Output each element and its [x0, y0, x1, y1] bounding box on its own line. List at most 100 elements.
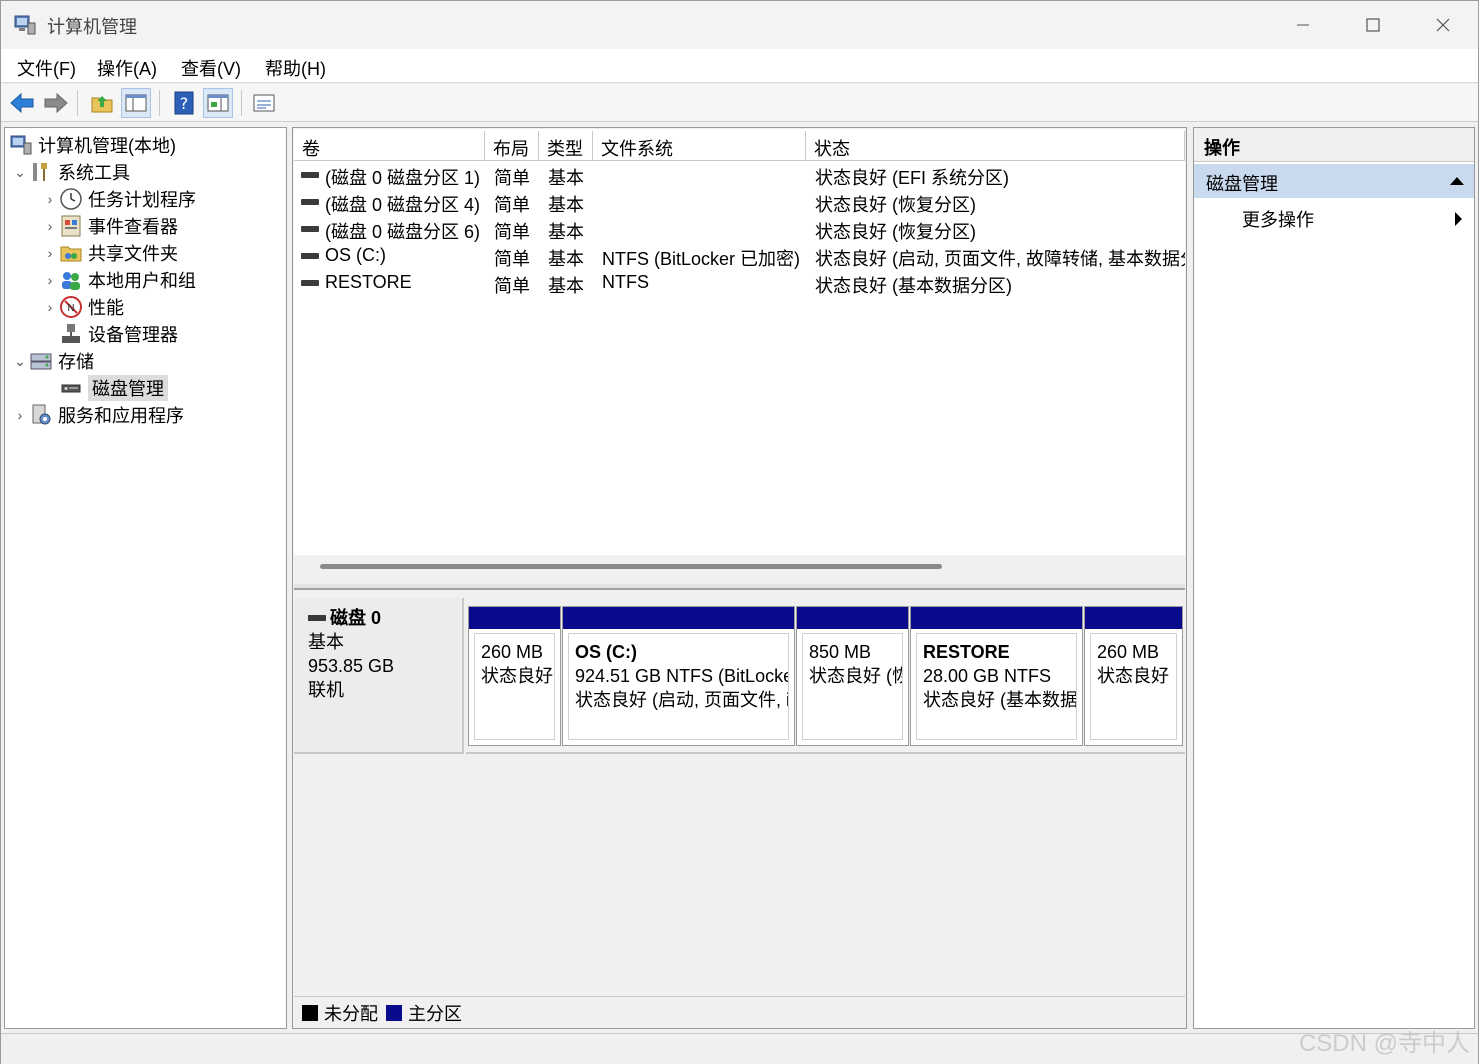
chevron-right-icon[interactable]: › — [41, 245, 59, 261]
chevron-right-icon — [1455, 212, 1462, 226]
partition-name: OS (C:) — [575, 642, 637, 662]
more-actions-item[interactable]: 更多操作 — [1194, 200, 1474, 236]
menu-help[interactable]: 帮助(H) — [265, 55, 326, 81]
back-button[interactable] — [7, 88, 37, 118]
column-header-volume[interactable]: 卷 — [294, 131, 485, 161]
pane-splitter[interactable] — [294, 584, 1185, 590]
table-row[interactable]: RESTORE 简单 基本 NTFS 状态良好 (基本数据分区) — [294, 269, 1185, 296]
svg-text:N: N — [67, 303, 74, 314]
tree-item-storage[interactable]: ⌄ 存储 — [11, 348, 94, 374]
partition-size: 850 MB — [809, 642, 872, 662]
tree-item-label: 设备管理器 — [88, 325, 178, 345]
column-header-type[interactable]: 类型 — [539, 131, 593, 161]
column-header-layout[interactable]: 布局 — [485, 131, 539, 161]
forward-button[interactable] — [41, 88, 71, 118]
more-actions-label: 更多操作 — [1242, 210, 1314, 230]
tree-item-shared-folders[interactable]: › 共享文件夹 — [41, 240, 178, 266]
drive-icon — [301, 253, 319, 259]
volume-status: 状态良好 (EFI 系统分区) — [815, 168, 1009, 188]
primary-partition-bar — [1085, 607, 1182, 629]
collapse-icon[interactable] — [1450, 177, 1464, 185]
partition-size: 260 MB — [481, 642, 544, 662]
minimize-icon — [1297, 24, 1309, 26]
partition-block[interactable]: 850 MB 状态良好 (恢 — [796, 606, 909, 746]
column-header-status[interactable]: 状态 — [806, 131, 1185, 161]
partition-block[interactable]: RESTORE 28.00 GB NTFS 状态良好 (基本数据 — [910, 606, 1083, 746]
scrollbar-thumb[interactable] — [320, 564, 942, 569]
computer-management-icon — [14, 15, 36, 35]
tree-item-label: 本地用户和组 — [88, 271, 196, 291]
volume-status: 状态良好 (基本数据分区) — [815, 276, 1012, 296]
properties-icon — [253, 94, 275, 112]
tree-item-system-tools[interactable]: ⌄ 系统工具 — [11, 159, 130, 185]
maximize-button[interactable] — [1338, 1, 1408, 49]
tree-item-disk-management[interactable]: 磁盘管理 — [41, 375, 168, 401]
maximize-icon — [1366, 18, 1380, 32]
chevron-right-icon[interactable]: › — [11, 407, 29, 423]
show-action-pane-button[interactable] — [203, 88, 233, 118]
tree-item-root[interactable]: 计算机管理(本地) — [9, 132, 176, 158]
tree-item-device-manager[interactable]: 设备管理器 — [41, 321, 178, 347]
menu-bar: 文件(F) 操作(A) 查看(V) 帮助(H) — [1, 49, 1478, 83]
tools-icon — [33, 163, 47, 181]
legend: 未分配 主分区 — [294, 996, 1185, 1028]
volume-type: 基本 — [548, 195, 584, 215]
drive-icon — [308, 615, 326, 621]
divider — [466, 752, 1185, 754]
computer-management-icon — [10, 135, 32, 155]
help-button[interactable]: ? — [169, 88, 199, 118]
tree-item-event-viewer[interactable]: › 事件查看器 — [41, 213, 178, 239]
chevron-down-icon[interactable]: ⌄ — [11, 164, 29, 181]
up-folder-icon — [91, 96, 113, 113]
close-button[interactable] — [1408, 1, 1478, 49]
partition-size: 260 MB — [1097, 642, 1160, 662]
drive-icon — [301, 199, 319, 205]
tree-item-performance[interactable]: › N 性能 — [41, 294, 124, 320]
menu-action[interactable]: 操作(A) — [97, 55, 157, 81]
drive-icon — [301, 280, 319, 286]
disk-name: 磁盘 0 — [330, 608, 382, 628]
chevron-right-icon[interactable]: › — [41, 272, 59, 288]
clock-icon — [60, 188, 82, 210]
chevron-right-icon[interactable]: › — [41, 191, 59, 207]
partition-block[interactable]: 260 MB 状态良好 — [1084, 606, 1183, 746]
disk-management-icon — [61, 384, 81, 393]
actions-title: 操作 — [1194, 128, 1474, 162]
properties-button[interactable] — [249, 88, 279, 118]
actions-section-disk-management[interactable]: 磁盘管理 — [1194, 164, 1474, 198]
disk-info[interactable]: 磁盘 0 基本 953.85 GB 联机 — [294, 598, 464, 754]
partition-size: 28.00 GB NTFS — [923, 666, 1052, 686]
menu-view[interactable]: 查看(V) — [181, 55, 241, 81]
volume-name: RESTORE — [325, 272, 412, 292]
volume-type: 基本 — [548, 222, 584, 242]
tree-item-label: 事件查看器 — [88, 217, 178, 237]
table-row[interactable]: (磁盘 0 磁盘分区 1) 简单 基本 状态良好 (EFI 系统分区) — [294, 161, 1185, 188]
toolbar-separator — [77, 90, 78, 116]
tree-item-task-scheduler[interactable]: › 任务计划程序 — [41, 186, 196, 212]
tree-item-label: 计算机管理(本地) — [38, 136, 176, 156]
chevron-right-icon[interactable]: › — [41, 299, 59, 315]
chevron-right-icon[interactable]: › — [41, 218, 59, 234]
volume-status: 状态良好 (恢复分区) — [815, 222, 976, 242]
tree-item-services-apps[interactable]: › 服务和应用程序 — [11, 402, 184, 428]
chevron-down-icon[interactable]: ⌄ — [11, 353, 29, 370]
menu-file[interactable]: 文件(F) — [17, 55, 76, 81]
table-row[interactable]: OS (C:) 简单 基本 NTFS (BitLocker 已加密) 状态良好 … — [294, 242, 1185, 269]
table-row[interactable]: (磁盘 0 磁盘分区 4) 简单 基本 状态良好 (恢复分区) — [294, 188, 1185, 215]
minimize-button[interactable] — [1268, 1, 1338, 49]
partition-block[interactable]: 260 MB 状态良好 — [468, 606, 561, 746]
column-header-filesystem[interactable]: 文件系统 — [593, 131, 806, 161]
drive-icon — [301, 226, 319, 232]
users-icon — [62, 272, 80, 290]
tree-item-local-users[interactable]: › 本地用户和组 — [41, 267, 196, 293]
primary-partition-bar — [563, 607, 794, 629]
drive-icon — [301, 172, 319, 178]
partition-block[interactable]: OS (C:) 924.51 GB NTFS (BitLocke 状态良好 (启… — [562, 606, 795, 746]
status-bar — [1, 1033, 1478, 1064]
computer-management-window: 计算机管理 文件(F) 操作(A) 查看(V) 帮助(H) ? 计算机管理(本地… — [0, 0, 1479, 1064]
show-hide-tree-button[interactable] — [121, 88, 151, 118]
up-level-button[interactable] — [87, 88, 117, 118]
volume-name: (磁盘 0 磁盘分区 1) — [325, 168, 481, 188]
event-viewer-icon — [61, 215, 81, 237]
table-row[interactable]: (磁盘 0 磁盘分区 6) 简单 基本 状态良好 (恢复分区) — [294, 215, 1185, 242]
